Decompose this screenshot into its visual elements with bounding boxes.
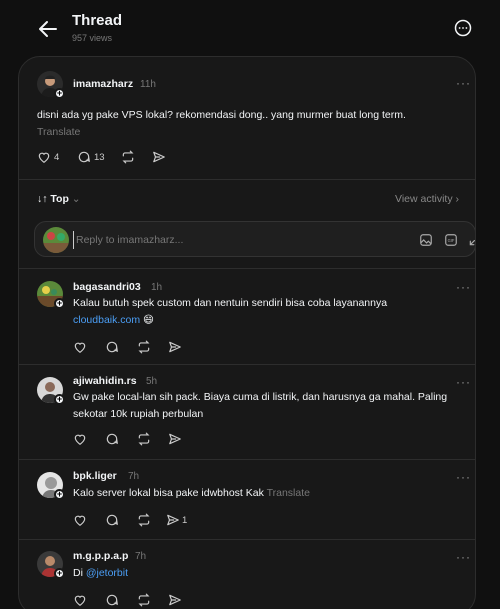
view-activity-label: View activity xyxy=(395,193,453,205)
chevron-down-icon: ⌄ xyxy=(68,193,81,205)
reply-link[interactable]: cloudbaik.com xyxy=(73,314,140,326)
share-icon[interactable] xyxy=(166,513,180,527)
top-bar: Thread 957 views xyxy=(0,0,500,55)
follow-plus-icon[interactable]: + xyxy=(54,394,65,405)
repost-icon[interactable] xyxy=(137,340,151,354)
heart-icon[interactable] xyxy=(73,513,87,527)
comment-icon[interactable] xyxy=(105,593,119,607)
reply-username[interactable]: ajiwahidin.rs xyxy=(73,375,137,387)
divider xyxy=(19,539,475,540)
reply-more-icon[interactable]: ··· xyxy=(456,470,471,484)
share-icon[interactable] xyxy=(168,432,182,446)
gif-icon[interactable]: GIF xyxy=(444,233,458,247)
heart-icon[interactable] xyxy=(73,340,87,354)
translate-link[interactable]: Translate xyxy=(267,487,310,499)
share-count: 1 xyxy=(182,515,188,526)
svg-text:GIF: GIF xyxy=(448,238,455,243)
share-icon[interactable] xyxy=(152,150,166,164)
sort-dropdown[interactable]: ↓↑ Top ⌄ xyxy=(37,193,81,205)
like-count: 4 xyxy=(54,152,60,163)
reply-text: Di @jetorbit xyxy=(73,565,453,582)
follow-plus-icon[interactable]: + xyxy=(54,88,65,99)
repost-icon[interactable] xyxy=(137,593,151,607)
reply-username[interactable]: bpk.liger xyxy=(73,470,117,482)
heart-icon[interactable] xyxy=(73,593,87,607)
reply-more-icon[interactable]: ··· xyxy=(456,550,471,564)
comment-icon[interactable] xyxy=(77,150,91,164)
back-arrow-icon[interactable] xyxy=(36,17,60,41)
thread-panel: + imamazharz 11h ··· disni ada yg pake V… xyxy=(18,56,476,609)
comment-icon[interactable] xyxy=(105,513,119,527)
post-more-icon[interactable]: ··· xyxy=(456,76,471,90)
post-username[interactable]: imamazharz xyxy=(73,78,133,90)
reply-text-content: Kalo server lokal bisa pake idwbhost Kak xyxy=(73,487,264,499)
repost-icon[interactable] xyxy=(121,150,135,164)
divider xyxy=(19,268,475,269)
share-icon[interactable] xyxy=(168,340,182,354)
reply-text-content: Kalau butuh spek custom dan nentuin send… xyxy=(73,297,388,309)
post-text-content: disni ada yg pake VPS lokal? rekomendasi… xyxy=(37,109,406,121)
sort-icon: ↓↑ xyxy=(37,193,51,205)
more-options-icon[interactable] xyxy=(454,19,472,37)
mention-link[interactable]: @jetorbit xyxy=(86,567,128,579)
comment-icon[interactable] xyxy=(105,432,119,446)
page-title: Thread xyxy=(72,12,123,29)
expand-icon[interactable] xyxy=(468,233,476,247)
reply-username[interactable]: m.g.p.p.a.p xyxy=(73,550,128,562)
reply-time: 1h xyxy=(151,282,163,293)
image-attach-icon[interactable] xyxy=(419,233,433,247)
reply-emoji: 😄 xyxy=(143,314,154,326)
repost-icon[interactable] xyxy=(137,513,151,527)
view-count: 957 views xyxy=(72,33,113,43)
divider xyxy=(19,364,475,365)
heart-icon[interactable] xyxy=(37,150,51,164)
reply-more-icon[interactable]: ··· xyxy=(456,375,471,389)
repost-icon[interactable] xyxy=(137,432,151,446)
translate-link[interactable]: Translate xyxy=(37,126,80,138)
divider xyxy=(19,179,475,180)
reply-more-icon[interactable]: ··· xyxy=(456,280,471,294)
reply-box: GIF xyxy=(34,221,476,257)
reply-text: Kalo server lokal bisa pake idwbhost Kak… xyxy=(73,485,453,502)
chevron-right-icon: › xyxy=(452,193,459,205)
post-text: disni ada yg pake VPS lokal? rekomendasi… xyxy=(37,107,407,141)
reply-time: 7h xyxy=(135,551,147,562)
comment-icon[interactable] xyxy=(105,340,119,354)
share-icon[interactable] xyxy=(168,593,182,607)
reply-text: Kalau butuh spek custom dan nentuin send… xyxy=(73,295,443,329)
reply-username[interactable]: bagasandri03 xyxy=(73,281,141,293)
reply-text: Gw pake local-lan sih pack. Biaya cuma d… xyxy=(73,391,448,420)
reply-input[interactable] xyxy=(73,231,333,249)
heart-icon[interactable] xyxy=(73,432,87,446)
divider xyxy=(19,459,475,460)
view-activity-link[interactable]: View activity › xyxy=(395,193,459,205)
my-avatar xyxy=(43,227,69,253)
reply-time: 5h xyxy=(146,376,158,387)
follow-plus-icon[interactable]: + xyxy=(54,489,65,500)
follow-plus-icon[interactable]: + xyxy=(54,568,65,579)
sort-label: Top xyxy=(50,193,69,205)
reply-text-content: Di xyxy=(73,567,83,579)
reply-time: 7h xyxy=(128,471,140,482)
post-time: 11h xyxy=(140,79,156,90)
comment-count: 13 xyxy=(94,152,105,163)
follow-plus-icon[interactable]: + xyxy=(54,298,65,309)
